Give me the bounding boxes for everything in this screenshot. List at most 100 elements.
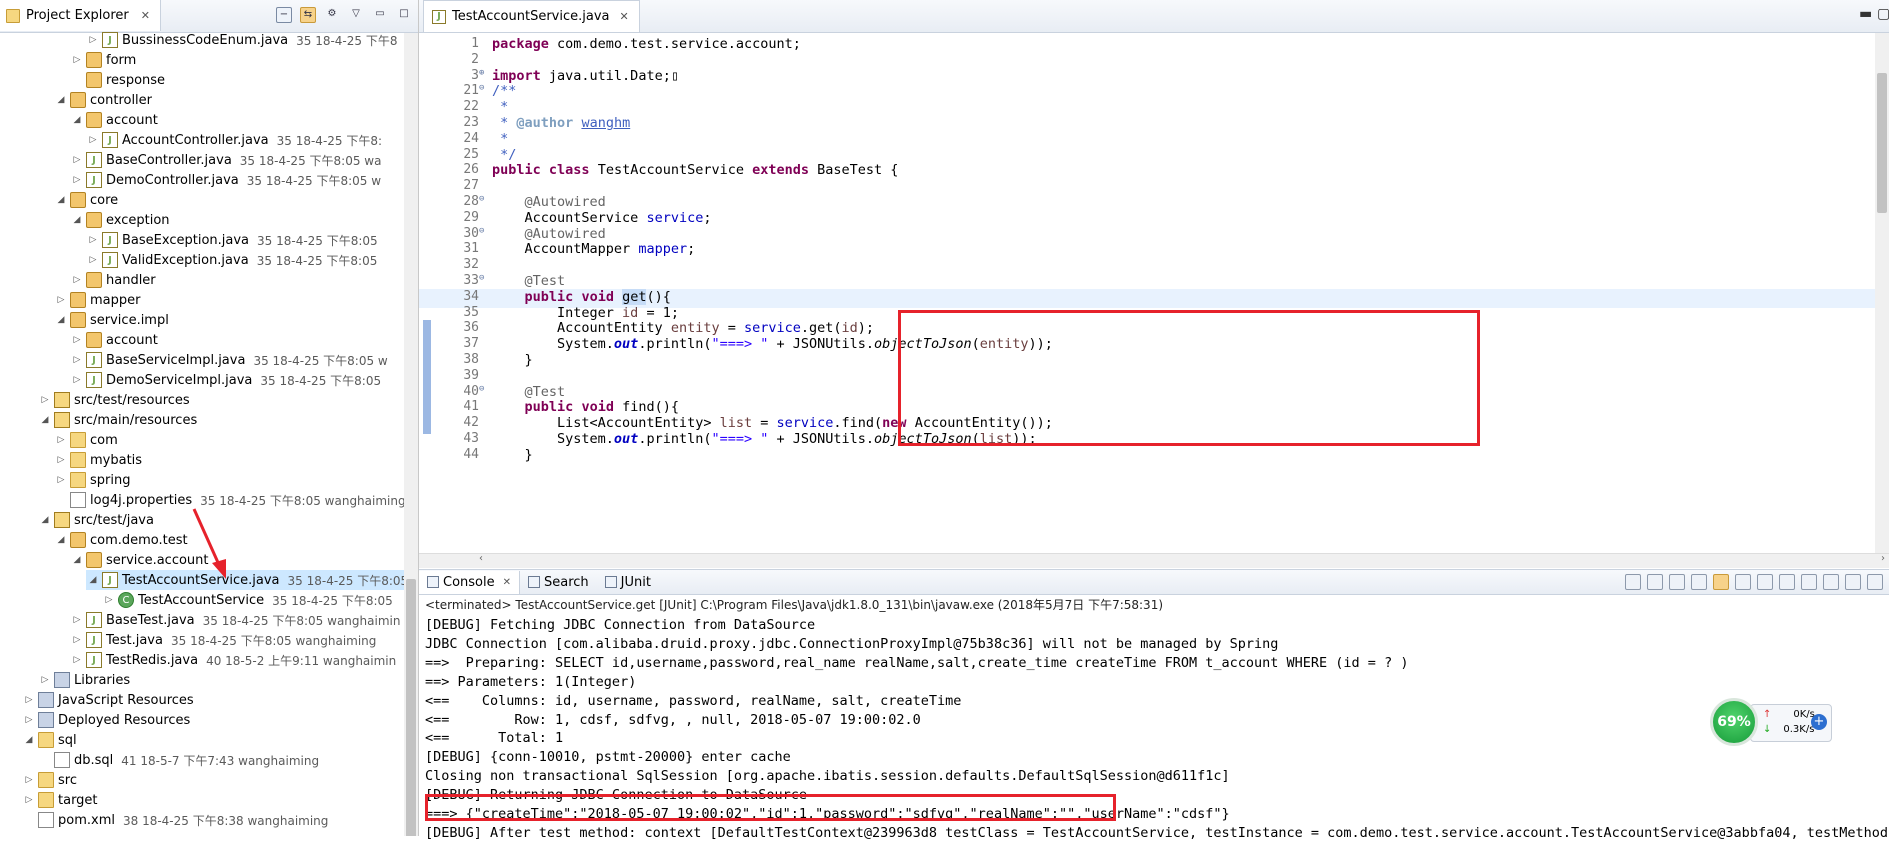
expanded-arrow-icon[interactable]: ◢ [70, 555, 84, 565]
tree-item[interactable]: ▷ JavaScript Resources [22, 690, 202, 710]
tree-item[interactable]: ▷ com [54, 430, 126, 450]
collapsed-arrow-icon[interactable]: ▷ [54, 295, 68, 305]
expanded-arrow-icon[interactable]: ◢ [70, 215, 84, 225]
close-icon[interactable]: ✕ [620, 10, 629, 23]
tree-item[interactable]: ▷ J AccountController.java 35 18-4-25 下午8: [86, 130, 382, 150]
show-on-output-icon[interactable] [1757, 574, 1773, 590]
tree-item[interactable]: ▷ form [70, 50, 144, 70]
tree-item[interactable]: ▷ J DemoController.java 35 18-4-25 下午8:05 w [70, 170, 381, 190]
collapsed-arrow-icon[interactable]: ▷ [70, 175, 84, 185]
link-with-editor-icon[interactable]: ⇆ [300, 7, 316, 23]
collapsed-arrow-icon[interactable]: ▷ [70, 635, 84, 645]
collapsed-arrow-icon[interactable]: ▷ [70, 335, 84, 345]
maximize-icon[interactable]: ▢ [1877, 6, 1889, 22]
collapsed-arrow-icon[interactable]: ▷ [38, 675, 52, 685]
expanded-arrow-icon[interactable]: ◢ [22, 735, 36, 745]
focus-icon[interactable]: ⚙ [324, 7, 340, 23]
collapsed-arrow-icon[interactable]: ▷ [70, 55, 84, 65]
maximize-icon[interactable] [1867, 574, 1883, 590]
console-output[interactable]: [DEBUG] Fetching JDBC Connection from Da… [419, 614, 1889, 841]
expanded-arrow-icon[interactable]: ◢ [54, 195, 68, 205]
editor-scrollbar-thumb[interactable] [1877, 73, 1887, 213]
tree-item[interactable]: ▷ mybatis [54, 450, 150, 470]
tree-item[interactable]: ▷ target [22, 790, 106, 810]
collapse-fold-icon[interactable]: ⊖ [479, 83, 489, 93]
collapse-fold-icon[interactable]: ⊖ [479, 194, 489, 204]
open-console-icon[interactable] [1823, 574, 1839, 590]
tree-item[interactable]: ▷ Deployed Resources [22, 710, 198, 730]
maximize-icon[interactable]: □ [396, 7, 412, 23]
remove-all-icon[interactable] [1669, 574, 1685, 590]
collapsed-arrow-icon[interactable]: ▷ [38, 395, 52, 405]
collapse-fold-icon[interactable]: ⊖ [479, 226, 489, 236]
collapsed-arrow-icon[interactable]: ▷ [22, 695, 36, 705]
tree-item[interactable]: ◢ service.impl [54, 310, 177, 330]
collapsed-arrow-icon[interactable]: ▷ [22, 775, 36, 785]
view-menu-icon[interactable]: ▽ [348, 7, 364, 23]
add-icon[interactable]: + [1811, 714, 1827, 730]
tree-item[interactable]: ▷ J BaseServiceImpl.java 35 18-4-25 下午8:05 … [70, 350, 388, 370]
expanded-arrow-icon[interactable]: ◢ [54, 95, 68, 105]
tree-item[interactable]: ▷ handler [70, 270, 164, 290]
tree-item[interactable]: ▷ mapper [54, 290, 148, 310]
expanded-arrow-icon[interactable]: ◢ [70, 115, 84, 125]
collapsed-arrow-icon[interactable]: ▷ [86, 255, 100, 265]
tree-item[interactable]: ▷ Libraries [38, 670, 138, 690]
collapsed-arrow-icon[interactable]: ▷ [54, 435, 68, 445]
collapsed-arrow-icon[interactable]: ▷ [86, 235, 100, 245]
collapse-fold-icon[interactable]: ⊖ [479, 384, 489, 394]
scroll-lock-icon[interactable] [1713, 574, 1729, 590]
collapsed-arrow-icon[interactable]: ▷ [54, 455, 68, 465]
tree-item[interactable]: pom.xml 38 18-4-25 下午8:38 wanghaiming [22, 810, 328, 830]
collapsed-arrow-icon[interactable]: ▷ [54, 475, 68, 485]
tree-item[interactable]: ◢ J TestAccountService.java 35 18-4-25 下午8:… [86, 570, 413, 590]
collapsed-arrow-icon[interactable]: ▷ [70, 155, 84, 165]
network-monitor-widget[interactable]: ↑ 0K/s ↓ 0.3K/s + 69% [1710, 698, 1835, 748]
tree-item[interactable]: ◢ src/test/java [38, 510, 162, 530]
tab-test-account-service[interactable]: J TestAccountService.java ✕ [423, 0, 640, 32]
tree-item[interactable]: ◢ account [70, 110, 166, 130]
expanded-arrow-icon[interactable]: ◢ [38, 415, 52, 425]
tree-item[interactable]: ◢ com.demo.test [54, 530, 196, 550]
editor-vertical-scrollbar[interactable] [1875, 33, 1889, 554]
tree-item[interactable]: ▷ J DemoServiceImpl.java 35 18-4-25 下午8:05 [70, 370, 381, 390]
collapsed-arrow-icon[interactable]: ▷ [70, 375, 84, 385]
collapsed-arrow-icon[interactable]: ▷ [86, 135, 100, 145]
display-console-icon[interactable] [1801, 574, 1817, 590]
minimize-icon[interactable]: ▬ [1859, 6, 1872, 22]
tree-item[interactable]: ▷ J ValidException.java 35 18-4-25 下午8:05 [86, 250, 377, 270]
tree-item[interactable]: response [70, 70, 173, 90]
collapse-fold-icon[interactable]: ⊖ [479, 273, 489, 283]
tab-console[interactable]: Console ✕ [419, 570, 520, 594]
tree-item[interactable]: ▷ src [22, 770, 85, 790]
collapsed-arrow-icon[interactable]: ▷ [70, 275, 84, 285]
expanded-arrow-icon[interactable]: ◢ [86, 575, 100, 585]
expanded-arrow-icon[interactable]: ◢ [54, 535, 68, 545]
minimize-icon[interactable]: ▭ [372, 7, 388, 23]
collapsed-arrow-icon[interactable]: ▷ [86, 35, 100, 45]
tree-item[interactable]: ▷ account [70, 330, 166, 350]
close-icon[interactable]: ✕ [141, 9, 150, 22]
collapsed-arrow-icon[interactable]: ▷ [22, 715, 36, 725]
tab-search[interactable]: Search [520, 571, 597, 594]
collapsed-arrow-icon[interactable]: ▷ [70, 355, 84, 365]
tree-item[interactable]: ▷ J Test.java 35 18-4-25 下午8:05 wanghaiming [70, 630, 376, 650]
collapse-all-icon[interactable]: − [276, 7, 292, 23]
collapsed-arrow-icon[interactable]: ▷ [70, 655, 84, 665]
terminate-icon[interactable] [1625, 574, 1641, 590]
expanded-arrow-icon[interactable]: ◢ [38, 515, 52, 525]
expanded-arrow-icon[interactable]: ◢ [54, 315, 68, 325]
tab-junit[interactable]: JUnit [597, 571, 659, 594]
pin-console-icon[interactable] [1779, 574, 1795, 590]
tree-item[interactable]: ◢ sql [22, 730, 85, 750]
tree-item[interactable]: ▷ J BaseException.java 35 18-4-25 下午8:05 [86, 230, 378, 250]
close-icon[interactable]: ✕ [503, 577, 511, 588]
minimize-icon[interactable] [1845, 574, 1861, 590]
tab-project-explorer[interactable]: Project Explorer ✕ [0, 0, 161, 31]
tree-item[interactable]: db.sql 41 18-5-7 下午7:43 wanghaiming [38, 750, 319, 770]
tree-item[interactable]: ▷ J BaseController.java 35 18-4-25 下午8:05 w… [70, 150, 381, 170]
tree-item[interactable]: ▷ C TestAccountService 35 18-4-25 下午8:05 [102, 590, 393, 610]
tree-item[interactable]: ▷ J BussinessCodeEnum.java 35 18-4-25 下午8 [86, 30, 397, 50]
collapsed-arrow-icon[interactable]: ▷ [22, 795, 36, 805]
word-wrap-icon[interactable] [1735, 574, 1751, 590]
